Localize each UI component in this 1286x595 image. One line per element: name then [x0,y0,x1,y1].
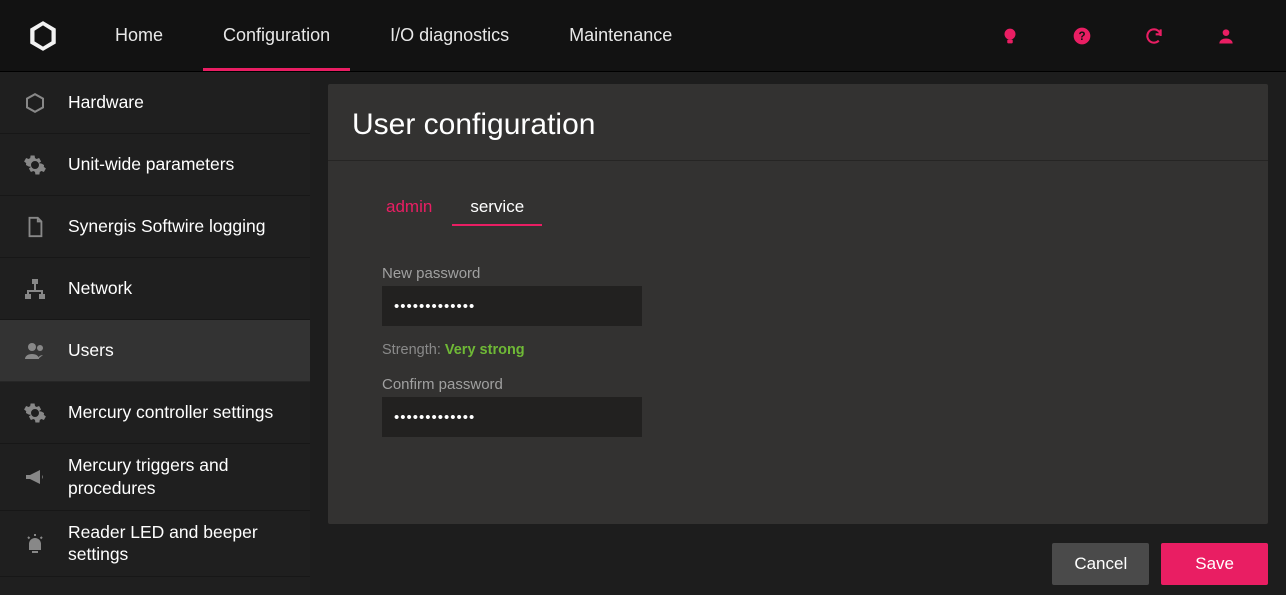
nav-label: I/O diagnostics [390,25,509,46]
sidebar-item-label: Network [68,277,132,300]
tab-admin[interactable]: admin [382,197,436,225]
sidebar-item-label: Users [68,339,114,362]
sidebar-item-users[interactable]: Users [0,320,310,382]
panel: User configuration admin service New pas… [328,84,1268,524]
save-button[interactable]: Save [1161,543,1268,585]
refresh-icon[interactable] [1142,24,1166,48]
megaphone-icon [22,464,48,490]
svg-text:?: ? [1078,30,1085,43]
logo-box [0,19,85,53]
camera-icon[interactable] [998,24,1022,48]
strength-value: Very strong [445,342,525,358]
confirm-password-label: Confirm password [382,376,1214,393]
cancel-button[interactable]: Cancel [1052,543,1149,585]
panel-scroll[interactable]: User configuration admin service New pas… [310,72,1286,533]
main-area: Hardware Unit-wide parameters Synergis S… [0,72,1286,595]
cube-icon [22,90,48,116]
new-password-input[interactable] [382,286,642,326]
sidebar-item-mercury-triggers[interactable]: Mercury triggers and procedures [0,444,310,511]
page-title: User configuration [328,84,1268,161]
nav-maintenance[interactable]: Maintenance [539,0,702,71]
tab-label: service [470,197,524,216]
nav-home[interactable]: Home [85,0,193,71]
sidebar-item-softwire-logging[interactable]: Synergis Softwire logging [0,196,310,258]
new-password-field: New password [382,265,1214,326]
sidebar[interactable]: Hardware Unit-wide parameters Synergis S… [0,72,310,595]
sidebar-item-unit-parameters[interactable]: Unit-wide parameters [0,134,310,196]
sidebar-item-label: Unit-wide parameters [68,153,234,176]
nav-configuration[interactable]: Configuration [193,0,360,71]
password-strength: Strength: Very strong [382,342,1214,358]
document-icon [22,214,48,240]
nav-label: Configuration [223,25,330,46]
confirm-password-field: Confirm password [382,376,1214,437]
sidebar-item-mercury-controller[interactable]: Mercury controller settings [0,382,310,444]
sidebar-item-label: Reader LED and beeper settings [68,521,288,567]
tab-label: admin [386,197,432,216]
sidebar-item-label: Hardware [68,91,144,114]
password-form: New password Strength: Very strong Confi… [328,225,1268,463]
confirm-password-input[interactable] [382,397,642,437]
sidebar-item-hardware[interactable]: Hardware [0,72,310,134]
gear-icon [22,400,48,426]
sidebar-item-reader-led[interactable]: Reader LED and beeper settings [0,511,310,578]
tab-service[interactable]: service [466,197,528,225]
nav-label: Home [115,25,163,46]
sidebar-item-label: Mercury controller settings [68,401,273,424]
help-icon[interactable]: ? [1070,24,1094,48]
user-tabs: admin service [328,161,1268,225]
users-icon [22,338,48,364]
nav-io-diagnostics[interactable]: I/O diagnostics [360,0,539,71]
sidebar-item-network[interactable]: Network [0,258,310,320]
gear-icon [22,152,48,178]
top-navigation: Home Configuration I/O diagnostics Maint… [85,0,702,71]
network-icon [22,276,48,302]
app-logo-icon [26,19,60,53]
new-password-label: New password [382,265,1214,282]
strength-label: Strength: [382,342,441,358]
beacon-icon [22,530,48,556]
content-area: User configuration admin service New pas… [310,72,1286,595]
user-icon[interactable] [1214,24,1238,48]
topbar: Home Configuration I/O diagnostics Maint… [0,0,1286,72]
sidebar-item-label: Synergis Softwire logging [68,215,265,238]
nav-label: Maintenance [569,25,672,46]
action-footer: Cancel Save [310,533,1286,595]
topbar-icons: ? [998,24,1286,48]
sidebar-item-label: Mercury triggers and procedures [68,454,288,500]
